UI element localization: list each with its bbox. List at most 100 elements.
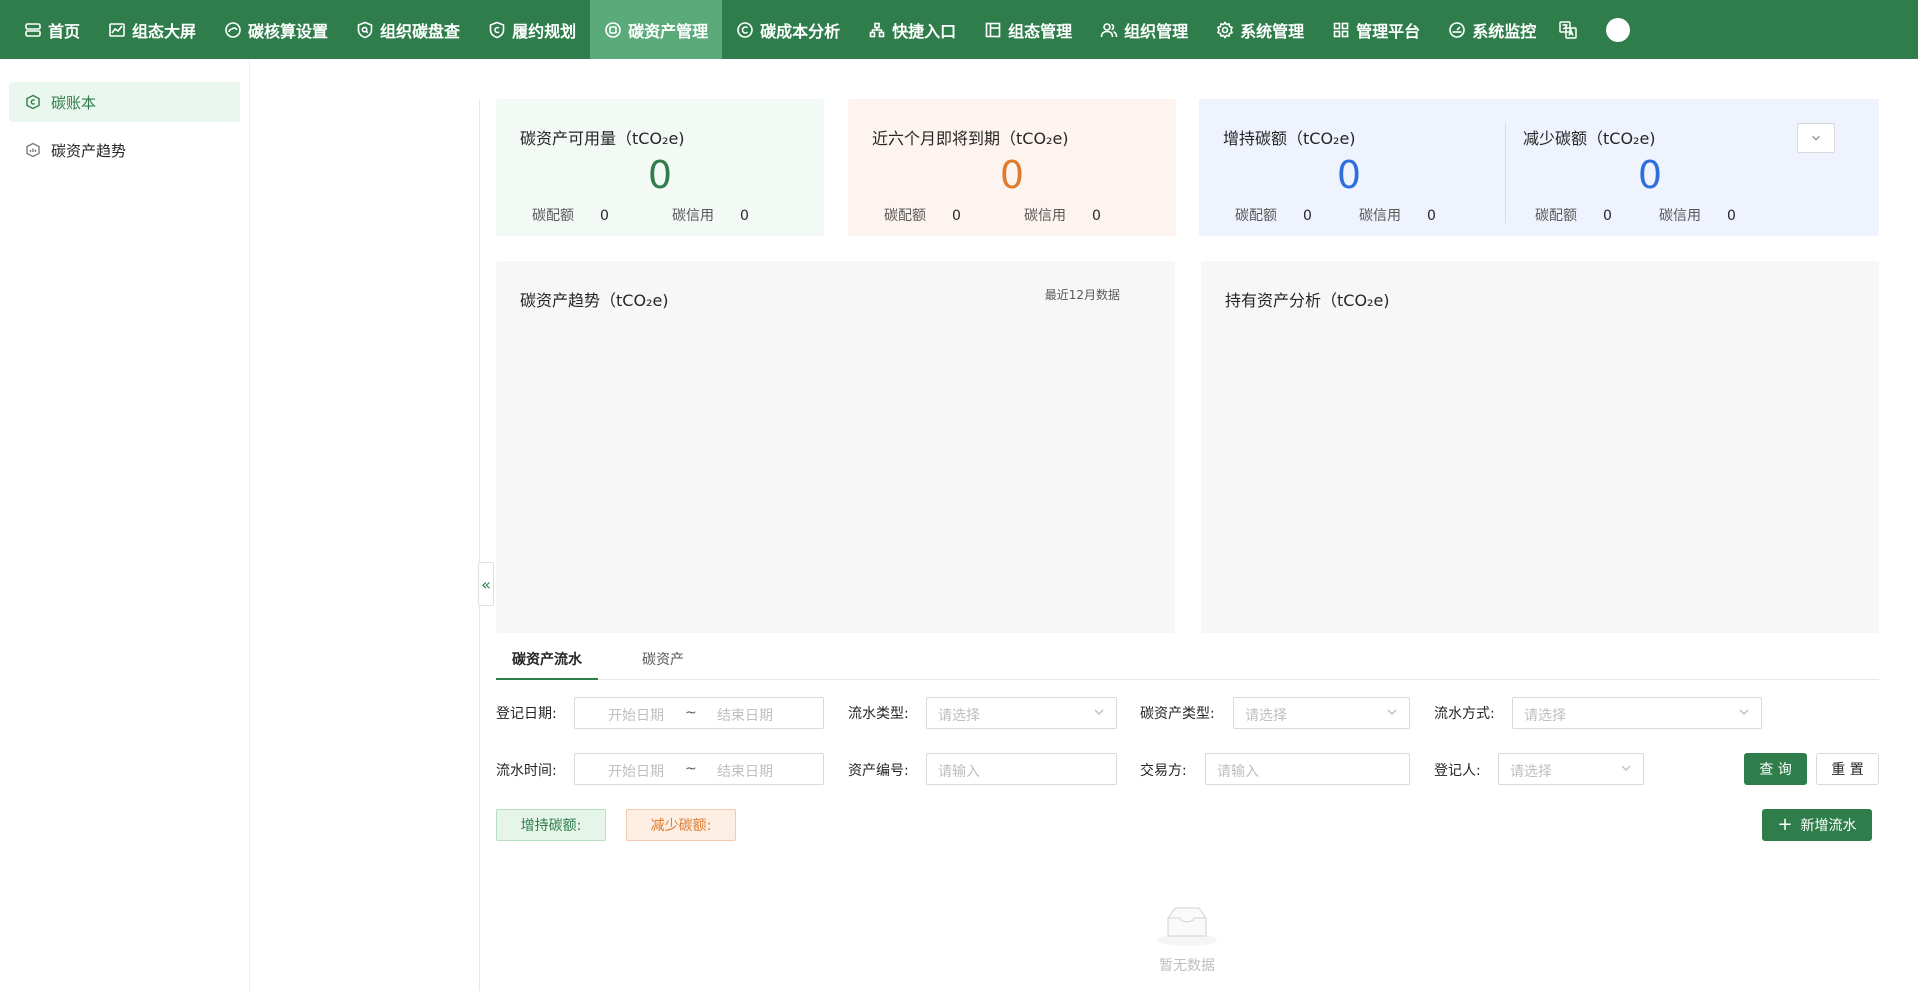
- sidebar: 碳账本 碳资产趋势: [0, 59, 250, 991]
- nav-item-label: 首页: [48, 21, 81, 41]
- nav-item-label: 碳资产管理: [628, 21, 709, 41]
- input-placeholder: 请输入: [938, 764, 980, 780]
- nav-item-label: 组织碳盘查: [380, 21, 461, 41]
- reg-date-label: 登记日期:: [496, 706, 557, 722]
- query-button[interactable]: 查 询: [1744, 753, 1807, 785]
- tab-bar: 碳资产流水 碳资产: [496, 640, 1879, 680]
- stat-credit: 碳信用 0: [672, 208, 749, 224]
- nav-item-system-management[interactable]: 系统管理: [1202, 0, 1318, 59]
- nav-item-label: 组态大屏: [132, 21, 197, 41]
- avatar[interactable]: [1606, 17, 1631, 42]
- counterparty-input[interactable]: 请输入: [1205, 753, 1410, 785]
- panel-title: 持有资产分析（tCO₂e): [1225, 291, 1390, 310]
- chart-line-icon: [109, 22, 125, 37]
- tab-asset[interactable]: 碳资产: [626, 640, 700, 680]
- nav-item-home[interactable]: 首页: [10, 0, 94, 59]
- stat-value: 0: [999, 153, 1025, 197]
- stat-card-expiring: 近六个月即将到期（tCO₂e) 0 碳配额 0 碳信用 0: [848, 99, 1176, 236]
- start-date-placeholder: 开始日期: [608, 708, 664, 724]
- add-flow-button[interactable]: + 新增流水: [1762, 809, 1872, 841]
- stat-value: 0: [647, 153, 673, 197]
- holding-panel: 持有资产分析（tCO₂e): [1201, 261, 1879, 633]
- trend-panel: 碳资产趋势（tCO₂e) 最近12月数据: [496, 261, 1175, 633]
- stat-title: 碳资产可用量（tCO₂e): [520, 129, 685, 148]
- sidebar-item-trend[interactable]: 碳资产趋势: [9, 130, 240, 170]
- nav-item-carbon-asset[interactable]: 碳资产管理: [590, 0, 723, 59]
- reg-date-range[interactable]: 开始日期 ~ 结束日期: [574, 697, 824, 729]
- registrant-select[interactable]: 请选择: [1498, 753, 1644, 785]
- carbon-asset-icon: [605, 21, 621, 38]
- increase-amount-tag: 增持碳额:: [496, 809, 606, 841]
- stat-card-available: 碳资产可用量（tCO₂e) 0 碳配额 0 碳信用 0: [496, 99, 824, 236]
- flow-type-label: 流水类型:: [848, 706, 909, 722]
- reset-button[interactable]: 重 置: [1816, 753, 1879, 785]
- collapse-sidebar-button[interactable]: «: [478, 562, 494, 606]
- nav-item-system-monitor[interactable]: 系统监控: [1434, 0, 1550, 59]
- nav-item-config-management[interactable]: 组态管理: [970, 0, 1086, 59]
- nav-item-shortcuts[interactable]: 快捷入口: [854, 0, 970, 59]
- decrease-amount-tag: 减少碳额:: [626, 809, 736, 841]
- nav-item-compliance[interactable]: 履约规划: [474, 0, 590, 59]
- nav-item-dashboard[interactable]: 组态大屏: [94, 0, 210, 59]
- panel-note: 最近12月数据: [1044, 288, 1120, 302]
- tab-asset-flow[interactable]: 碳资产流水: [496, 640, 598, 680]
- trend-icon: [26, 142, 40, 158]
- double-chevron-left-icon: «: [481, 574, 491, 594]
- stat-credit: 碳信用 0: [1024, 208, 1101, 224]
- nav-item-label: 组态管理: [1008, 21, 1073, 41]
- chevron-down-icon: [1737, 705, 1751, 719]
- sidebar-item-ledger[interactable]: 碳账本: [9, 82, 240, 122]
- select-placeholder: 请选择: [938, 708, 980, 724]
- range-separator: ~: [685, 761, 697, 777]
- asset-type-select[interactable]: 请选择: [1233, 697, 1410, 729]
- translate-icon[interactable]: [1558, 20, 1578, 40]
- stat-dropdown-button[interactable]: [1797, 123, 1835, 153]
- dashboard-icon: [1449, 21, 1465, 38]
- layout-icon: [985, 22, 1001, 37]
- nav-item-label: 快捷入口: [892, 21, 957, 41]
- nav-item-label: 管理平台: [1356, 21, 1421, 41]
- nav-right-tools: [1558, 17, 1631, 42]
- flow-time-range[interactable]: 开始日期 ~ 结束日期: [574, 753, 824, 785]
- nav-item-label: 碳核算设置: [248, 21, 329, 41]
- empty-text: 暂无数据: [1159, 958, 1215, 974]
- select-placeholder: 请选择: [1510, 764, 1552, 780]
- nav-item-label: 组织管理: [1124, 21, 1189, 41]
- nav-item-management-platform[interactable]: 管理平台: [1318, 0, 1434, 59]
- content-divider: [479, 99, 480, 991]
- nav-item-carbon-accounting[interactable]: 碳核算设置: [210, 0, 342, 59]
- nav-item-label: 碳成本分析: [760, 21, 841, 41]
- flow-method-select[interactable]: 请选择: [1512, 697, 1762, 729]
- nav-item-org-management[interactable]: 组织管理: [1086, 0, 1202, 59]
- sitemap-icon: [869, 22, 885, 37]
- registrant-label: 登记人:: [1434, 763, 1481, 779]
- panel-title: 碳资产趋势（tCO₂e): [520, 291, 669, 310]
- start-date-placeholder: 开始日期: [608, 764, 664, 780]
- nav-item-org-inventory[interactable]: 组织碳盘查: [342, 0, 474, 59]
- select-placeholder: 请选择: [1245, 708, 1287, 724]
- stat-credit: 碳信用 0: [1359, 208, 1436, 224]
- stat-title: 减少碳额（tCO₂e): [1523, 129, 1656, 148]
- gear-icon: [1217, 20, 1234, 39]
- flow-method-label: 流水方式:: [1434, 706, 1495, 722]
- stat-quota: 碳配额 0: [884, 208, 961, 224]
- nav-item-label: 履约规划: [512, 21, 577, 41]
- nav-item-label: 系统监控: [1472, 21, 1537, 41]
- stat-value: 0: [1637, 153, 1663, 197]
- empty-box-icon: [1150, 900, 1224, 948]
- ledger-icon: [26, 94, 40, 110]
- asset-no-input[interactable]: 请输入: [926, 753, 1117, 785]
- stat-title: 增持碳额（tCO₂e): [1223, 129, 1356, 148]
- nav-item-cost-analysis[interactable]: 碳成本分析: [722, 0, 854, 59]
- add-flow-label: 新增流水: [1800, 818, 1857, 834]
- nav-item-label: 系统管理: [1240, 21, 1305, 41]
- end-date-placeholder: 结束日期: [717, 764, 773, 780]
- carbon-c-icon: [489, 21, 505, 38]
- top-nav: 首页 组态大屏 碳核算设置 组织碳盘查 履约规划 碳资产管理 碳成本分析 快捷入…: [0, 0, 1918, 59]
- asset-no-label: 资产编号:: [848, 763, 909, 779]
- flow-type-select[interactable]: 请选择: [926, 697, 1117, 729]
- stat-value: 0: [1336, 153, 1362, 197]
- select-placeholder: 请选择: [1524, 708, 1566, 724]
- counterparty-label: 交易方:: [1140, 763, 1187, 779]
- co2-cloud-icon: [225, 21, 241, 38]
